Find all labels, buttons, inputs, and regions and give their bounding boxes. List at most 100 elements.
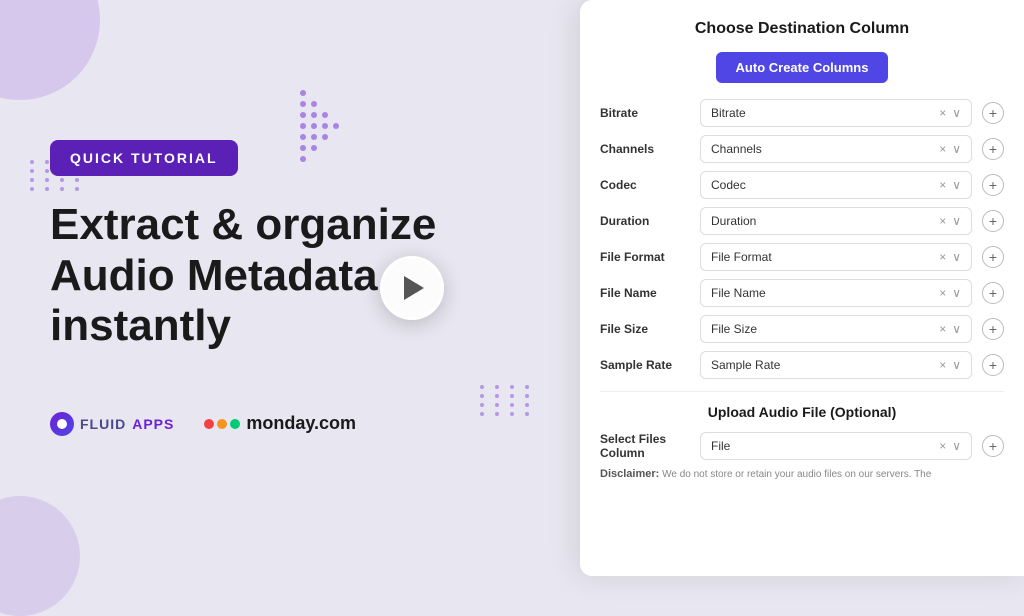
heading-line1: Extract & organize [50, 200, 436, 249]
sample-rate-controls: × ∨ [939, 358, 961, 372]
file-name-chevron-icon[interactable]: ∨ [952, 286, 961, 300]
select-files-label: Select Files Column [600, 432, 690, 460]
heading-line3: instantly [50, 301, 231, 350]
file-format-clear-icon[interactable]: × [939, 250, 946, 264]
divider [600, 391, 1004, 392]
duration-controls: × ∨ [939, 214, 961, 228]
sample-rate-select[interactable]: Sample Rate × ∨ [700, 351, 972, 379]
codec-add-button[interactable]: + [982, 174, 1004, 196]
main-container: QUICK TUTORIAL [0, 0, 1024, 576]
play-triangle-icon [404, 276, 424, 300]
select-files-clear-icon[interactable]: × [939, 439, 946, 453]
file-name-label: File Name [600, 286, 690, 300]
file-size-add-button[interactable]: + [982, 318, 1004, 340]
codec-label: Codec [600, 178, 690, 192]
sample-rate-label: Sample Rate [600, 358, 690, 372]
main-heading: Extract & organize Audio Metadata instan… [50, 200, 530, 352]
apps-label: APPS [132, 416, 174, 432]
duration-select[interactable]: Duration × ∨ [700, 207, 972, 235]
file-name-add-button[interactable]: + [982, 282, 1004, 304]
file-name-value: File Name [711, 286, 939, 300]
table-row: File Name File Name × ∨ + [600, 279, 1004, 307]
fluid-label: FLUID [80, 416, 126, 432]
file-format-label: File Format [600, 250, 690, 264]
file-name-controls: × ∨ [939, 286, 961, 300]
select-files-controls: × ∨ [939, 439, 961, 453]
badge-text: QUICK TUTORIAL [70, 150, 218, 166]
play-button-container [380, 256, 444, 320]
codec-controls: × ∨ [939, 178, 961, 192]
table-row: Codec Codec × ∨ + [600, 171, 1004, 199]
file-format-controls: × ∨ [939, 250, 961, 264]
bitrate-controls: × ∨ [939, 106, 961, 120]
table-row: Channels Channels × ∨ + [600, 135, 1004, 163]
sample-rate-chevron-icon[interactable]: ∨ [952, 358, 961, 372]
channels-select[interactable]: Channels × ∨ [700, 135, 972, 163]
monday-logo: monday.com [204, 413, 356, 434]
table-row: Sample Rate Sample Rate × ∨ + [600, 351, 1004, 379]
monday-label: monday.com [246, 413, 356, 434]
codec-value: Codec [711, 178, 939, 192]
channels-label: Channels [600, 142, 690, 156]
bitrate-select[interactable]: Bitrate × ∨ [700, 99, 972, 127]
sample-rate-value: Sample Rate [711, 358, 939, 372]
panel-title: Choose Destination Column [600, 20, 1004, 38]
channels-controls: × ∨ [939, 142, 961, 156]
codec-clear-icon[interactable]: × [939, 178, 946, 192]
bitrate-clear-icon[interactable]: × [939, 106, 946, 120]
play-button[interactable] [380, 256, 444, 320]
file-size-label: File Size [600, 322, 690, 336]
bitrate-chevron-icon[interactable]: ∨ [952, 106, 961, 120]
left-panel: QUICK TUTORIAL [0, 0, 580, 576]
duration-chevron-icon[interactable]: ∨ [952, 214, 961, 228]
duration-clear-icon[interactable]: × [939, 214, 946, 228]
field-rows: Bitrate Bitrate × ∨ + Channels Channels … [600, 99, 1004, 379]
bitrate-add-button[interactable]: + [982, 102, 1004, 124]
file-format-value: File Format [711, 250, 939, 264]
channels-add-button[interactable]: + [982, 138, 1004, 160]
upload-section-title: Upload Audio File (Optional) [600, 404, 1004, 420]
monday-dots-icon [204, 419, 240, 429]
duration-label: Duration [600, 214, 690, 228]
channels-clear-icon[interactable]: × [939, 142, 946, 156]
table-row: File Size File Size × ∨ + [600, 315, 1004, 343]
file-format-add-button[interactable]: + [982, 246, 1004, 268]
bitrate-label: Bitrate [600, 106, 690, 120]
logos-row: FLUID APPS monday.com [50, 412, 530, 436]
right-panel: Choose Destination Column Auto Create Co… [580, 0, 1024, 576]
select-files-select[interactable]: File × ∨ [700, 432, 972, 460]
quick-tutorial-badge: QUICK TUTORIAL [50, 140, 238, 176]
monday-dot-red [204, 419, 214, 429]
sample-rate-clear-icon[interactable]: × [939, 358, 946, 372]
bitrate-value: Bitrate [711, 106, 939, 120]
disclaimer-text: We do not store or retain your audio fil… [662, 469, 931, 480]
monday-dot-orange [217, 419, 227, 429]
select-files-chevron-icon[interactable]: ∨ [952, 439, 961, 453]
heading-line2: Audio Metadata [50, 251, 378, 300]
arrow-shape-decoration [300, 90, 339, 167]
file-size-select[interactable]: File Size × ∨ [700, 315, 972, 343]
file-size-value: File Size [711, 322, 939, 336]
file-size-chevron-icon[interactable]: ∨ [952, 322, 961, 336]
fluid-apps-icon [50, 412, 74, 436]
duration-add-button[interactable]: + [982, 210, 1004, 232]
file-format-select[interactable]: File Format × ∨ [700, 243, 972, 271]
table-row: Bitrate Bitrate × ∨ + [600, 99, 1004, 127]
channels-value: Channels [711, 142, 939, 156]
codec-select[interactable]: Codec × ∨ [700, 171, 972, 199]
monday-dot-green [230, 419, 240, 429]
table-row: File Format File Format × ∨ + [600, 243, 1004, 271]
file-size-clear-icon[interactable]: × [939, 322, 946, 336]
file-size-controls: × ∨ [939, 322, 961, 336]
file-name-clear-icon[interactable]: × [939, 286, 946, 300]
select-files-add-button[interactable]: + [982, 435, 1004, 457]
select-files-value: File [711, 439, 939, 453]
disclaimer: Disclaimer: We do not store or retain yo… [600, 468, 1004, 480]
channels-chevron-icon[interactable]: ∨ [952, 142, 961, 156]
file-format-chevron-icon[interactable]: ∨ [952, 250, 961, 264]
select-files-row: Select Files Column File × ∨ + [600, 432, 1004, 460]
codec-chevron-icon[interactable]: ∨ [952, 178, 961, 192]
auto-create-columns-button[interactable]: Auto Create Columns [716, 52, 889, 83]
file-name-select[interactable]: File Name × ∨ [700, 279, 972, 307]
sample-rate-add-button[interactable]: + [982, 354, 1004, 376]
